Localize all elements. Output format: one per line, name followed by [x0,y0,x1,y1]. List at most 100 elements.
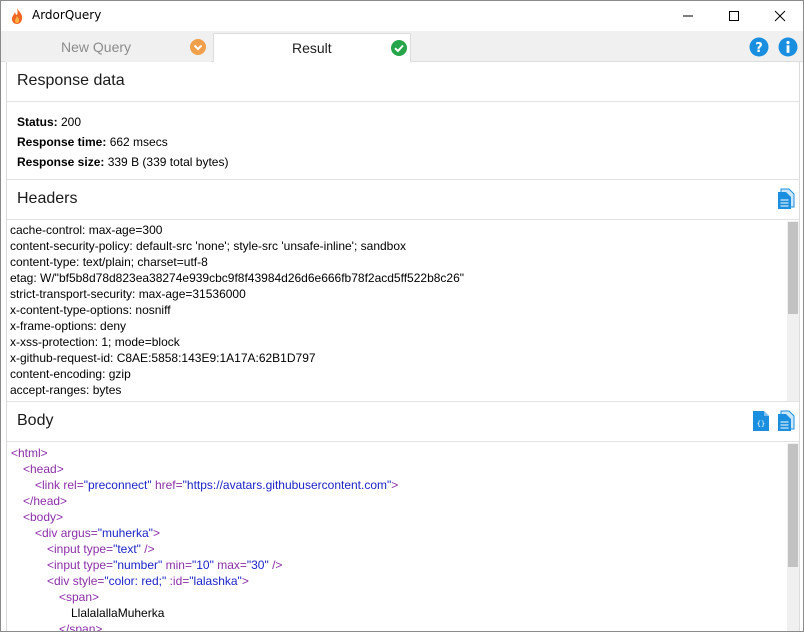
response-size-label: Response size: [17,155,105,169]
info-circle-icon[interactable] [778,37,798,57]
code-token: <div [47,574,73,588]
code-line: <link rel="preconnect" href="https://ava… [35,477,398,493]
code-token: :id= [166,574,190,588]
code-token: min= [162,558,192,572]
chevron-down-circle-icon [189,38,207,56]
code-token: LlalalallaMuherka [71,606,165,620]
svg-text:?: ? [755,41,763,56]
code-token: "10" [191,558,214,572]
code-line: <html> [11,445,48,461]
code-token: max= [213,558,247,572]
code-token: > [152,526,160,540]
code-token: <link [35,478,64,492]
header-line: x-content-type-options: nosniff [10,303,171,317]
code-token: type= [83,558,114,572]
header-line: etag: W/"bf5b8d78d823ea38274e939cbc9f8f4… [10,271,465,285]
code-token: type= [83,542,114,556]
code-token: <body> [23,510,64,524]
app-window: ArdorQuery New Query Result ? Response d… [0,0,804,632]
header-line: x-github-request-id: C8AE:5858:143E9:1A1… [10,351,316,365]
header-line: strict-transport-security: max-age=31536… [10,287,246,301]
close-icon [774,10,786,22]
status-value: 200 [57,115,82,129]
response-size-row: Response size: 339 B (339 total bytes) [17,152,228,172]
code-token: <html> [11,446,48,460]
header-line: content-security-policy: default-src 'no… [10,239,407,253]
response-summary: Status: 200 Response time: 662 msecs Res… [17,112,228,172]
code-token: /> [140,542,155,556]
check-circle-icon [390,39,408,57]
result-panel: Response data Status: 200 Response time:… [6,62,800,632]
code-token: argus= [60,526,98,540]
code-token: > [391,478,399,492]
tab-new-query-label: New Query [61,39,132,55]
code-token: </head> [23,494,68,508]
response-section-title: Response data [17,72,125,89]
window-title: ArdorQuery [32,8,102,22]
header-line: content-encoding: gzip [10,367,131,381]
code-token: "https://avatars.githubusercontent.com" [182,478,392,492]
body-section-title: Body [17,412,54,429]
svg-text:{}: {} [757,420,765,428]
status-row: Status: 200 [17,112,228,132]
code-line: <div argus="muherka"> [35,525,160,541]
response-size-value: 339 B (339 total bytes) [104,155,229,169]
code-line: <input type="text" /> [47,541,155,557]
code-token: href= [151,478,183,492]
close-button[interactable] [757,1,803,31]
code-line: <body> [23,509,63,525]
code-line: <head> [23,461,64,477]
tab-new-query[interactable]: New Query [5,33,211,62]
body-section-header: Body [7,402,799,442]
code-token: "preconnect" [83,478,152,492]
header-line: accept-ranges: bytes [10,383,122,397]
response-time-row: Response time: 662 msecs [17,132,228,152]
code-line: </head> [23,493,67,509]
tab-bar: New Query Result [1,31,803,63]
header-line: x-frame-options: deny [10,319,127,333]
maximize-icon [729,11,739,21]
title-bar: ArdorQuery [1,1,803,31]
response-section-header: Response data [7,62,799,102]
code-token: > [241,574,249,588]
code-token: "text" [113,542,141,556]
headers-lines: cache-control: max-age=300 content-securi… [10,222,464,398]
json-file-icon[interactable]: {} [752,410,770,432]
code-token: "muherka" [97,526,153,540]
code-token: rel= [63,478,84,492]
code-token: "number" [113,558,163,572]
code-token: style= [72,574,105,588]
code-token: </span> [59,622,103,632]
response-time-value: 662 msecs [106,135,168,149]
code-token: "30" [246,558,269,572]
code-token: <div [35,526,61,540]
copy-document-icon[interactable] [777,410,795,432]
status-label: Status: [17,115,58,129]
headers-section-title: Headers [17,190,78,207]
code-token: "color: red;" [104,574,167,588]
header-line: x-xss-protection: 1; mode=block [10,335,180,349]
code-token: "lalashka" [189,574,242,588]
header-line: content-type: text/plain; charset=utf-8 [10,255,208,269]
header-line: cache-control: max-age=300 [10,223,163,237]
minimize-icon [683,15,693,17]
code-token: /> [268,558,283,572]
code-token: <span> [59,590,100,604]
body-scrollbar-thumb[interactable] [788,444,798,567]
help-circle-icon[interactable]: ? [749,37,769,57]
tab-result-label: Result [292,40,332,56]
maximize-button[interactable] [711,1,757,31]
code-line: <div style="color: red;" :id="lalashka"> [47,573,249,589]
tab-result[interactable]: Result [213,33,411,63]
headers-text-area[interactable]: cache-control: max-age=300 content-securi… [7,221,799,401]
headers-scrollbar-thumb[interactable] [788,222,798,314]
response-time-label: Response time: [17,135,107,149]
minimize-button[interactable] [665,1,711,31]
code-line: LlalalallaMuherka [71,605,164,621]
code-token: <input [47,542,84,556]
flame-icon [9,7,25,25]
code-line: </span> [59,621,103,632]
headers-section-header: Headers [7,180,799,220]
copy-document-icon[interactable] [777,188,795,210]
body-code-view[interactable]: <html> <head> <link rel="preconnect" href=… [7,443,787,632]
